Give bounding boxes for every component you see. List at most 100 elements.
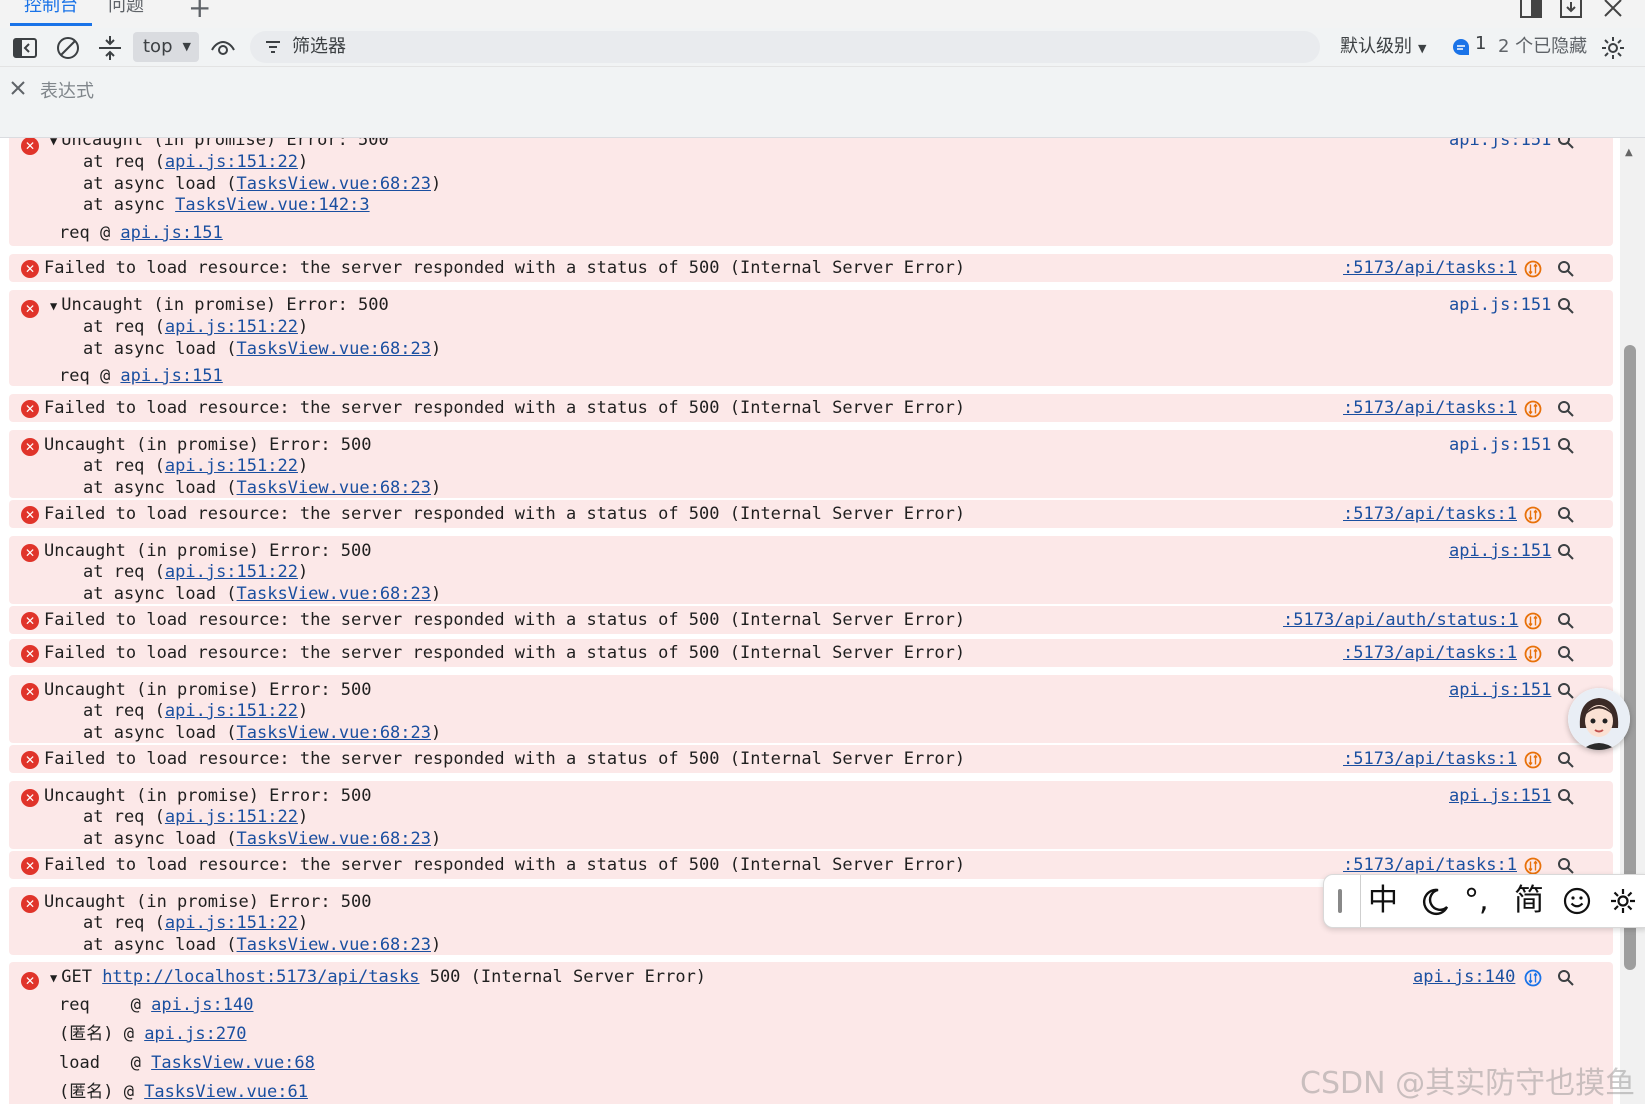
expression-placeholder[interactable]: 表达式 [40, 77, 94, 103]
source-link[interactable]: TasksView.vue:68:23 [237, 478, 431, 498]
search-icon[interactable] [1557, 437, 1575, 455]
message-source-link[interactable]: api.js:151 [1449, 295, 1551, 315]
search-icon[interactable] [1557, 400, 1575, 418]
expand-triangle-icon[interactable]: ▼ [50, 299, 57, 313]
source-link[interactable]: TasksView.vue:68:23 [237, 339, 431, 359]
source-link[interactable]: api.js:151:22 [165, 152, 298, 172]
source-link[interactable]: api.js:151 [120, 366, 222, 386]
message-source-link[interactable]: api.js:151 [1449, 435, 1551, 455]
source-link[interactable]: api.js:151 [120, 223, 222, 243]
source-link[interactable]: TasksView.vue:68:23 [237, 829, 431, 849]
network-request-icon[interactable] [1524, 751, 1542, 769]
source-link[interactable]: TasksView.vue:68:23 [237, 174, 431, 194]
source-link[interactable]: api.js:151:22 [165, 807, 298, 827]
message-source-link[interactable]: :5173/api/tasks:1 [1343, 258, 1517, 278]
source-link[interactable]: api.js:270 [144, 1024, 246, 1044]
expand-triangle-icon[interactable]: ▼ [50, 138, 57, 148]
source-link[interactable]: api.js:151:22 [165, 456, 298, 476]
sidebar-toggle-icon[interactable] [12, 35, 38, 61]
search-icon[interactable] [1557, 506, 1575, 524]
log-level-selector[interactable]: 默认级别 ▼ [1340, 32, 1426, 64]
search-icon[interactable] [1557, 612, 1575, 630]
network-request-icon[interactable] [1524, 969, 1542, 987]
dock-side-icon[interactable] [1518, 0, 1544, 22]
console-error-row[interactable]: ✕ Failed to load resource: the server re… [9, 606, 1613, 634]
source-link[interactable]: api.js:151:22 [165, 701, 298, 721]
console-error-row[interactable]: ✕ Failed to load resource: the server re… [9, 394, 1613, 422]
console-error-row[interactable]: ✕ Uncaught (in promise) Error: 500 at re… [9, 675, 1613, 743]
source-link[interactable]: TasksView.vue:68:23 [237, 723, 431, 743]
settings-gear-icon[interactable] [1600, 35, 1626, 61]
close-icon[interactable] [9, 79, 27, 97]
console-error-row[interactable]: ✕ Failed to load resource: the server re… [9, 254, 1613, 282]
issue-count[interactable]: 1 [1475, 33, 1486, 54]
ime-language-toggle[interactable]: 中 [1368, 883, 1398, 919]
moon-icon[interactable] [1420, 887, 1450, 917]
source-link[interactable]: api.js:140 [151, 995, 253, 1015]
context-selector[interactable]: top ▼ [133, 32, 199, 62]
settings-gear-icon[interactable] [1608, 886, 1638, 916]
message-source-link[interactable]: :5173/api/tasks:1 [1343, 504, 1517, 524]
add-tab-icon[interactable]: + [188, 0, 211, 22]
search-icon[interactable] [1557, 682, 1575, 700]
console-error-row[interactable]: ✕ Uncaught (in promise) Error: 500 at re… [9, 430, 1613, 498]
source-link[interactable]: api.js:151:22 [165, 317, 298, 337]
tab-issues[interactable]: 问题 [108, 0, 144, 26]
scroll-up-arrow-icon[interactable]: ▲ [1625, 147, 1633, 158]
message-source-link[interactable]: :5173/api/tasks:1 [1343, 855, 1517, 875]
search-icon[interactable] [1557, 543, 1575, 561]
message-source-link[interactable]: api.js:140 [1413, 967, 1515, 987]
request-url-link[interactable]: http://localhost:5173/api/tasks [102, 967, 419, 987]
search-icon[interactable] [1557, 138, 1575, 150]
drag-handle[interactable] [1338, 889, 1342, 913]
console-error-row[interactable]: ✕ Failed to load resource: the server re… [9, 500, 1613, 528]
live-expression-eye-icon[interactable] [210, 35, 236, 61]
message-source-link[interactable]: :5173/api/tasks:1 [1343, 398, 1517, 418]
avatar[interactable] [1568, 688, 1630, 750]
message-source-link[interactable]: :5173/api/tasks:1 [1343, 643, 1517, 663]
search-icon[interactable] [1557, 297, 1575, 315]
search-icon[interactable] [1557, 645, 1575, 663]
filter-input[interactable]: 筛选器 [250, 31, 1320, 63]
undock-icon[interactable] [1558, 0, 1584, 22]
source-link[interactable]: TasksView.vue:68 [151, 1053, 315, 1073]
collapse-icon[interactable] [97, 35, 123, 61]
source-link[interactable]: api.js:151:22 [165, 913, 298, 933]
source-link[interactable]: api.js:151:22 [165, 562, 298, 582]
ime-punctuation-toggle[interactable]: °, [1464, 883, 1489, 919]
message-source-link[interactable]: :5173/api/auth/status:1 [1283, 610, 1518, 630]
expand-triangle-icon[interactable]: ▼ [50, 971, 57, 985]
search-icon[interactable] [1557, 857, 1575, 875]
message-source-link[interactable]: api.js:151 [1449, 786, 1551, 806]
tab-console[interactable]: 控制台 [10, 0, 92, 26]
console-error-row[interactable]: ✕ Uncaught (in promise) Error: 500 at re… [9, 781, 1613, 849]
message-source-link[interactable]: api.js:151 [1449, 541, 1551, 561]
console-error-row[interactable]: ✕ Uncaught (in promise) Error: 500 at re… [9, 536, 1613, 604]
search-icon[interactable] [1557, 260, 1575, 278]
message-source-link[interactable]: api.js:151 [1449, 680, 1551, 700]
message-source-link[interactable]: :5173/api/tasks:1 [1343, 749, 1517, 769]
emoji-icon[interactable] [1562, 886, 1592, 916]
close-devtools-icon[interactable] [1600, 0, 1626, 22]
source-link[interactable]: TasksView.vue:68:23 [237, 935, 431, 955]
clear-console-icon[interactable] [55, 35, 81, 61]
network-request-icon[interactable] [1524, 857, 1542, 875]
source-link[interactable]: TasksView.vue:142:3 [175, 195, 369, 215]
network-request-icon[interactable] [1524, 400, 1542, 418]
console-error-row[interactable]: ✕ ▼ Uncaught (in promise) Error: 500 at r… [9, 138, 1613, 246]
console-error-row[interactable]: ✕ Failed to load resource: the server re… [9, 745, 1613, 773]
search-icon[interactable] [1557, 751, 1575, 769]
source-link[interactable]: TasksView.vue:61 [144, 1082, 308, 1102]
console-error-row[interactable]: ✕ ▼ Uncaught (in promise) Error: 500 at r… [9, 290, 1613, 386]
network-request-icon[interactable] [1524, 612, 1542, 630]
network-request-icon[interactable] [1524, 260, 1542, 278]
network-request-icon[interactable] [1524, 506, 1542, 524]
ime-simplified-toggle[interactable]: 简 [1514, 883, 1544, 919]
source-link[interactable]: TasksView.vue:68:23 [237, 584, 431, 604]
network-request-icon[interactable] [1524, 645, 1542, 663]
console-error-row[interactable]: ✕ Failed to load resource: the server re… [9, 639, 1613, 667]
search-icon[interactable] [1557, 788, 1575, 806]
hidden-count[interactable]: 2 个已隐藏 [1498, 32, 1587, 62]
search-icon[interactable] [1557, 969, 1575, 987]
message-source-link[interactable]: api.js:151 [1449, 138, 1551, 150]
